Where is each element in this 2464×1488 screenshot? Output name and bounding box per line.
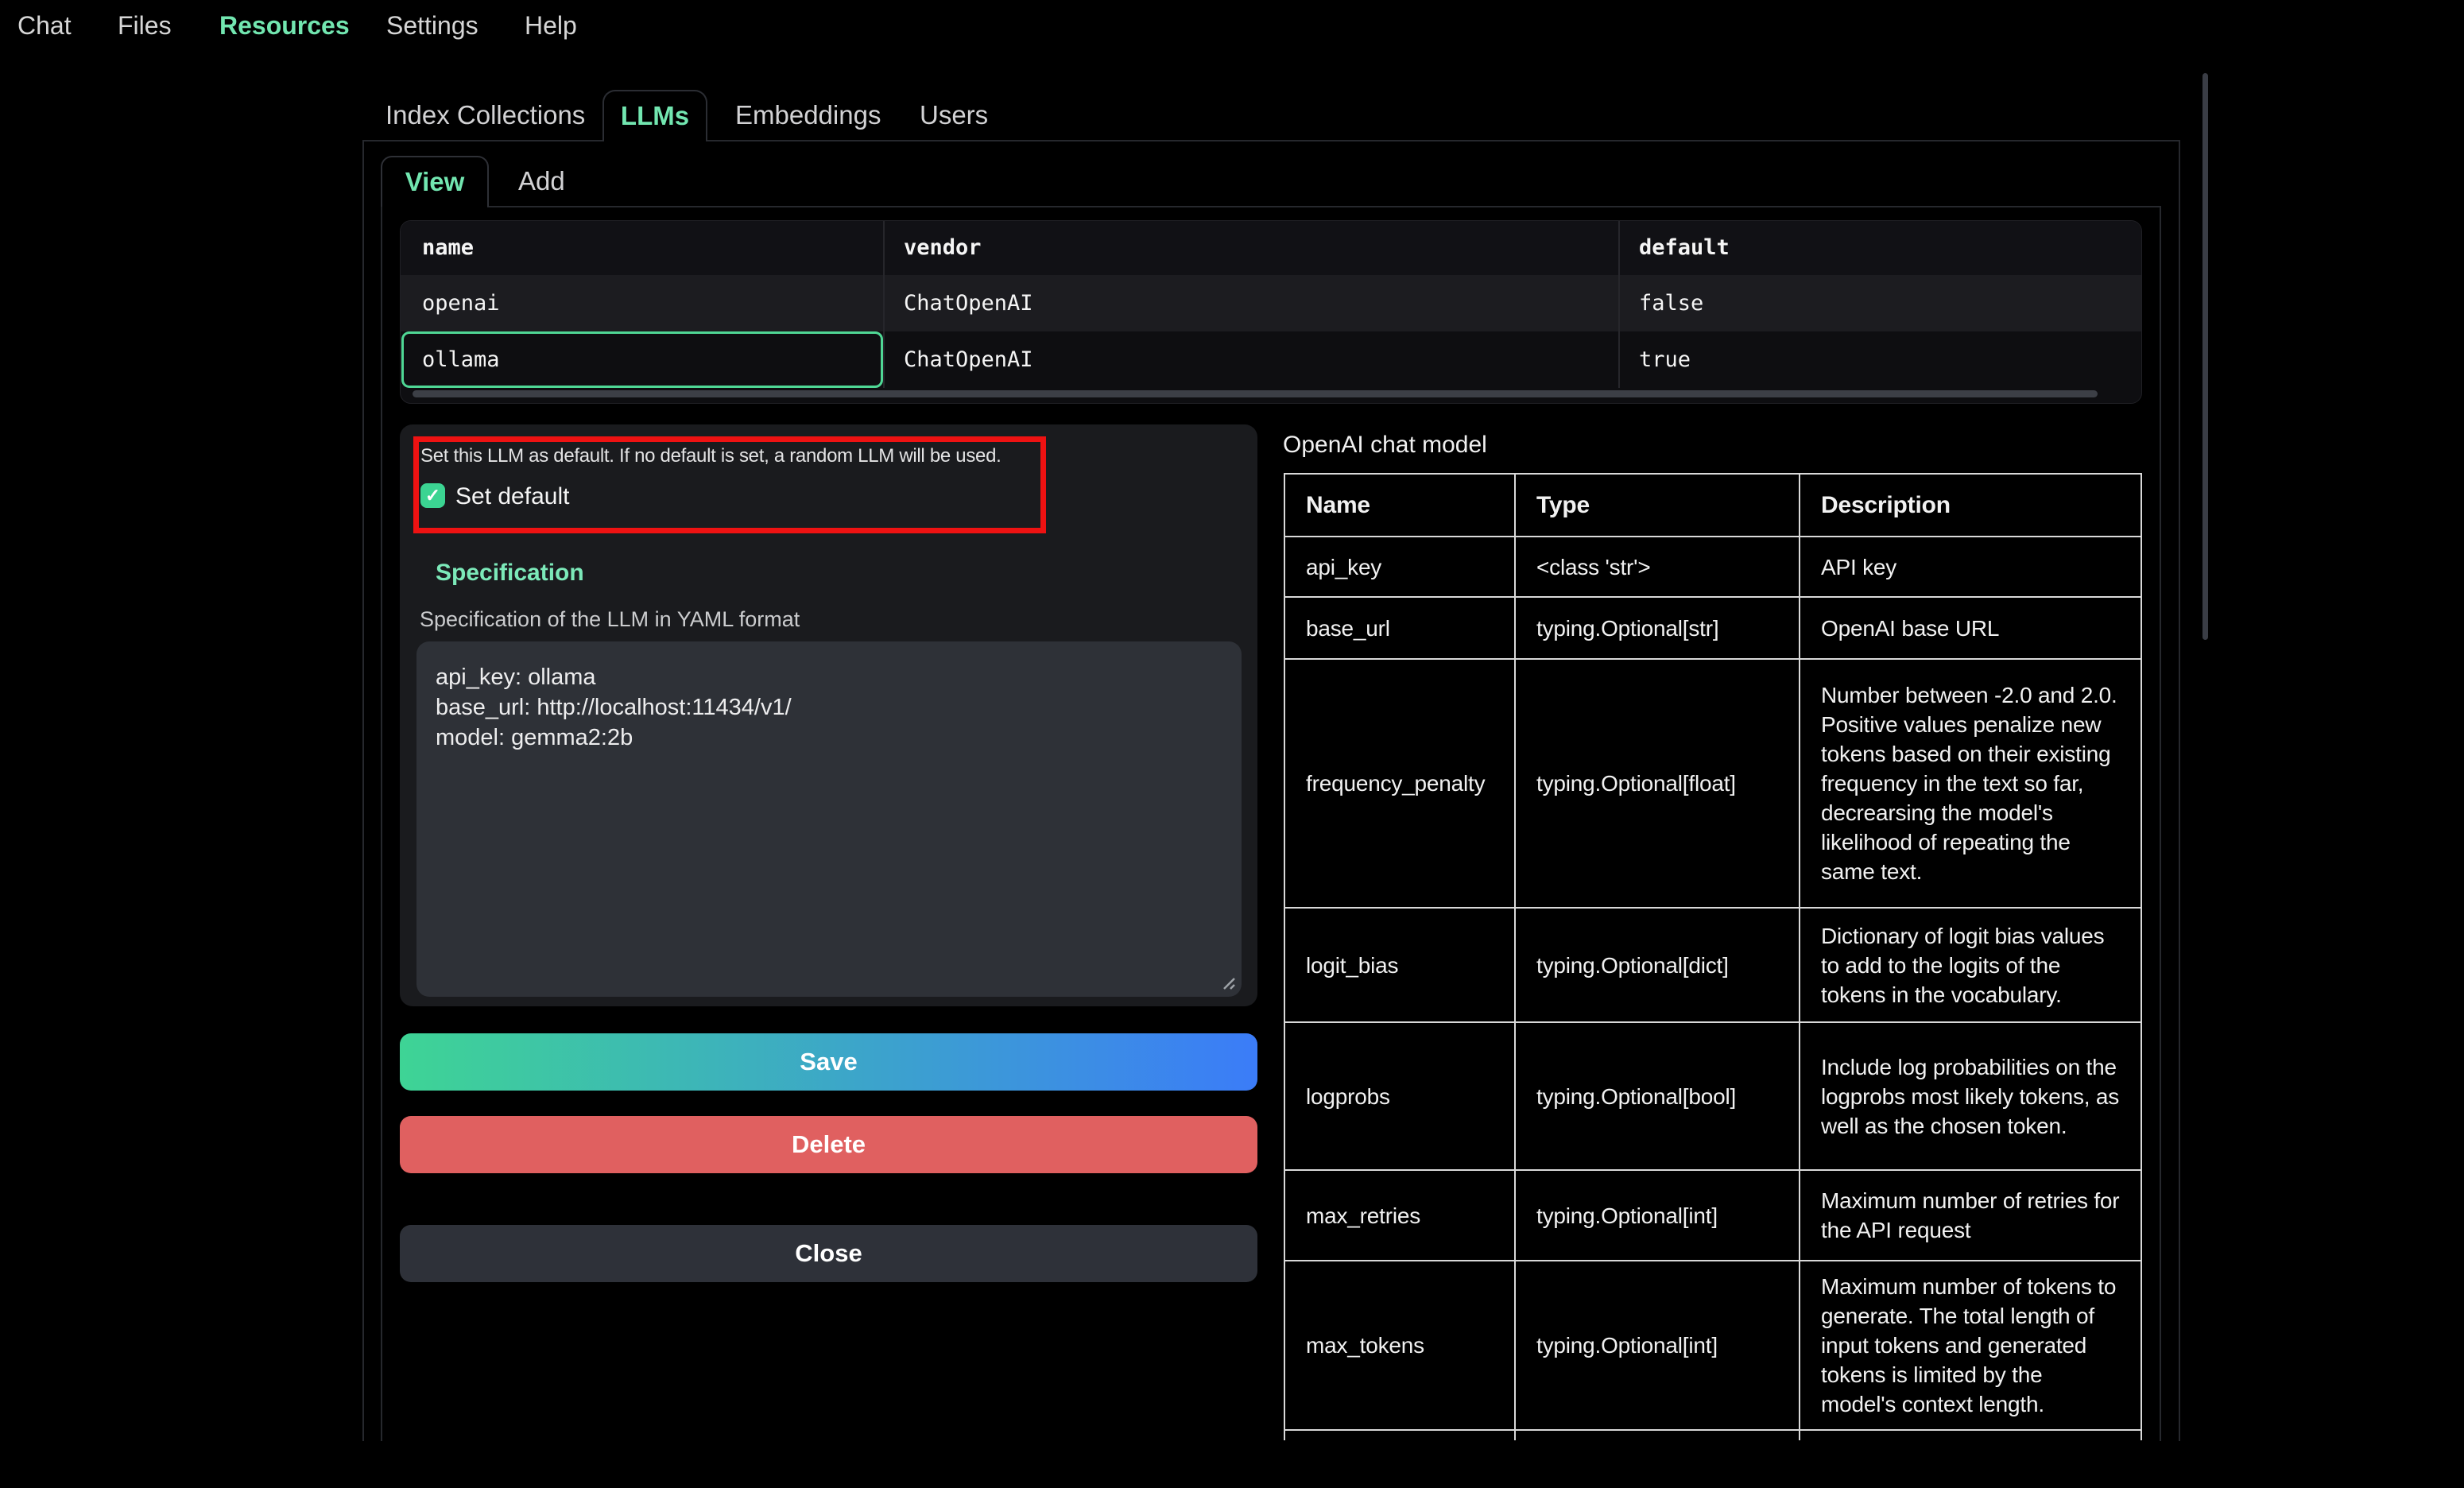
- checkmark-icon: ✓: [425, 485, 440, 506]
- param-name: max_tokens: [1284, 1261, 1515, 1430]
- param-name: base_url: [1284, 597, 1515, 659]
- tab-llms[interactable]: LLMs: [602, 90, 707, 141]
- app-root: Chat Files Resources Settings Help Index…: [0, 0, 2464, 1488]
- yaml-spec-input[interactable]: api_key: ollama base_url: http://localho…: [416, 641, 1242, 997]
- params-table: Name Type Description api_key <class 'st…: [1284, 473, 2142, 1440]
- tab-index-collections[interactable]: Index Collections: [385, 90, 585, 140]
- nav-item-settings[interactable]: Settings: [386, 0, 478, 48]
- set-default-help-text: Set this LLM as default. If no default i…: [420, 445, 1001, 467]
- nav-item-chat[interactable]: Chat: [17, 0, 72, 48]
- llm-row-ollama-default: true: [1639, 331, 1691, 388]
- param-name: [1284, 1430, 1515, 1440]
- param-type: typing.Optional[dict]: [1515, 908, 1800, 1022]
- param-name: frequency_penalty: [1284, 659, 1515, 908]
- specification-caption: Specification of the LLM in YAML format: [420, 607, 800, 632]
- tab-users[interactable]: Users: [920, 90, 988, 140]
- llm-col-name: name: [422, 221, 474, 275]
- params-header-row: Name Type Description: [1284, 474, 2141, 537]
- nav-item-help[interactable]: Help: [525, 0, 577, 48]
- param-type: typing.Optional[float]: [1515, 659, 1800, 908]
- params-col-type: Type: [1515, 474, 1800, 537]
- param-row-frequency_penalty: frequency_penalty typing.Optional[float]…: [1284, 659, 2141, 908]
- param-type: typing.Optional[str]: [1515, 597, 1800, 659]
- delete-button[interactable]: Delete: [400, 1116, 1257, 1173]
- params-table-container: Name Type Description api_key <class 'st…: [1284, 473, 2144, 1440]
- param-row-api_key: api_key <class 'str'> API key: [1284, 537, 2141, 597]
- subtab-add[interactable]: Add: [518, 156, 565, 207]
- close-button[interactable]: Close: [400, 1225, 1257, 1282]
- specification-heading: Specification: [436, 560, 584, 587]
- param-name: api_key: [1284, 537, 1515, 597]
- param-type: typing.Optional[int]: [1515, 1261, 1800, 1430]
- param-name: max_retries: [1284, 1170, 1515, 1261]
- subtab-view[interactable]: View: [381, 156, 489, 207]
- tab-embeddings[interactable]: Embeddings: [735, 90, 881, 140]
- resize-handle-icon[interactable]: [1215, 970, 1236, 990]
- params-col-description: Description: [1800, 474, 2141, 537]
- llm-row-ollama-name: ollama: [422, 331, 500, 388]
- param-type: typing.Optional[int]: [1515, 1170, 1800, 1261]
- nav-item-files[interactable]: Files: [118, 0, 172, 48]
- llm-row-openai-vendor: ChatOpenAI: [904, 275, 1033, 331]
- param-description: Maximum number of tokens to generate. Th…: [1800, 1261, 2141, 1430]
- param-row-partial: [1284, 1430, 2141, 1440]
- param-description: Include log probabilities on the logprob…: [1800, 1022, 2141, 1170]
- param-row-logprobs: logprobs typing.Optional[bool] Include l…: [1284, 1022, 2141, 1170]
- param-row-max_tokens: max_tokens typing.Optional[int] Maximum …: [1284, 1261, 2141, 1430]
- set-default-label: Set default: [455, 483, 569, 508]
- llm-col-default: default: [1639, 221, 1730, 275]
- llm-row-openai-default: false: [1639, 275, 1703, 331]
- llm-col-vendor: vendor: [904, 221, 982, 275]
- param-type: typing.Optional[bool]: [1515, 1022, 1800, 1170]
- param-description: OpenAI base URL: [1800, 597, 2141, 659]
- llm-row-openai[interactable]: openai ChatOpenAI false: [401, 275, 2141, 331]
- param-description: API key: [1800, 537, 2141, 597]
- nav-item-resources[interactable]: Resources: [219, 0, 350, 48]
- param-row-max_retries: max_retries typing.Optional[int] Maximum…: [1284, 1170, 2141, 1261]
- param-name: logprobs: [1284, 1022, 1515, 1170]
- llm-detail-form: Set this LLM as default. If no default i…: [400, 424, 1257, 1006]
- param-row-base_url: base_url typing.Optional[str] OpenAI bas…: [1284, 597, 2141, 659]
- param-description: Number between -2.0 and 2.0. Positive va…: [1800, 659, 2141, 908]
- llm-table-header-row: name vendor default: [401, 221, 2141, 275]
- llm-list-table: name vendor default openai ChatOpenAI fa…: [400, 220, 2142, 404]
- table-horizontal-scrollbar[interactable]: [413, 390, 2098, 397]
- llm-row-openai-name: openai: [422, 275, 500, 331]
- params-col-name: Name: [1284, 474, 1515, 537]
- annotation-highlight-box: Set this LLM as default. If no default i…: [413, 436, 1046, 533]
- set-default-checkbox[interactable]: ✓: [420, 483, 445, 508]
- param-description: [1800, 1430, 2141, 1440]
- llm-row-ollama-vendor: ChatOpenAI: [904, 331, 1033, 388]
- save-button[interactable]: Save: [400, 1033, 1257, 1091]
- llm-row-ollama[interactable]: ollama ChatOpenAI true: [401, 331, 2141, 388]
- column-separator: [883, 221, 885, 388]
- param-type: [1515, 1430, 1800, 1440]
- param-description: Maximum number of retries for the API re…: [1800, 1170, 2141, 1261]
- param-name: logit_bias: [1284, 908, 1515, 1022]
- param-type: <class 'str'>: [1515, 537, 1800, 597]
- page-vertical-scrollbar[interactable]: [2202, 73, 2208, 640]
- params-panel-title: OpenAI chat model: [1283, 432, 1487, 459]
- param-row-logit_bias: logit_bias typing.Optional[dict] Diction…: [1284, 908, 2141, 1022]
- param-description: Dictionary of logit bias values to add t…: [1800, 908, 2141, 1022]
- column-separator: [1618, 221, 1620, 388]
